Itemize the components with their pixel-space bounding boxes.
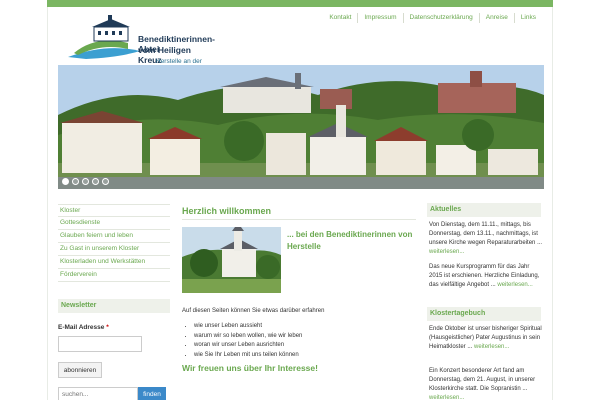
diary-item: Ende Oktober ist unser bisheriger Spirit…	[429, 325, 543, 352]
intro-text: Auf diesen Seiten können Sie etwas darüb…	[182, 308, 325, 314]
sidebar-item-gottesdienste[interactable]: Gottesdienste	[58, 217, 170, 230]
list-item: wie unser Leben aussieht	[194, 322, 302, 332]
read-more-link[interactable]: weiterlesen...	[474, 344, 509, 350]
slider-dot[interactable]	[72, 178, 79, 185]
subscribe-button[interactable]: abonnieren	[58, 362, 102, 378]
list-item: warum wir so leben wollen, wie wir leben	[194, 332, 302, 342]
email-field[interactable]	[58, 336, 142, 352]
nav-link-datenschutz[interactable]: Datenschutzerklärung	[402, 13, 479, 23]
news-item: Das neue Kursprogramm für das Jahr 2015 …	[429, 263, 543, 290]
read-more-link[interactable]: weiterlesen...	[429, 249, 464, 255]
email-label: E-Mail Adresse *	[58, 324, 109, 331]
diary-text: Ein Konzert besonderer Art fand am Donne…	[429, 368, 536, 392]
top-accent-bar	[47, 0, 553, 7]
slider-dot[interactable]	[102, 178, 109, 185]
sidebar-item-kloster[interactable]: Kloster	[58, 204, 170, 217]
read-more-link[interactable]: weiterlesen...	[497, 282, 532, 288]
search-input[interactable]	[58, 387, 138, 400]
nav-link-anreise[interactable]: Anreise	[478, 13, 514, 23]
page-subtitle: ... bei den Benediktinerinnen von Herste…	[287, 230, 413, 251]
list-item: wie Sie Ihr Leben mit uns teilen können	[194, 351, 302, 361]
sidebar-item-klosterladen[interactable]: Klosterladen und Werkstätten	[58, 256, 170, 269]
required-mark: *	[106, 324, 109, 331]
sidebar-item-foerderverein[interactable]: Förderverein	[58, 269, 170, 282]
nav-link-kontakt[interactable]: Kontakt	[323, 13, 357, 23]
sidebar-item-zu-gast[interactable]: Zu Gast in unserem Kloster	[58, 243, 170, 256]
diary-item: Ein Konzert besonderer Art fand am Donne…	[429, 367, 543, 400]
read-more-link[interactable]: weiterlesen...	[429, 395, 464, 400]
church-photo-icon	[182, 227, 281, 293]
news-item: Von Dienstag, dem 11.11., mittags, bis D…	[429, 221, 543, 257]
site-logo[interactable]: Benediktinerinnen-Abtei vom Heiligen Kre…	[66, 13, 216, 72]
newsletter-heading: Newsletter	[58, 299, 170, 313]
aktuelles-heading: Aktuelles	[427, 203, 541, 217]
slider-dots	[62, 178, 109, 185]
nav-link-impressum[interactable]: Impressum	[357, 13, 402, 23]
slider-dot[interactable]	[82, 178, 89, 185]
church-image	[182, 227, 281, 293]
title-divider	[182, 219, 416, 220]
search-button[interactable]: finden	[138, 387, 166, 400]
page-title: Herzlich willkommen	[182, 206, 272, 216]
klostertagebuch-heading: Klostertagebuch	[427, 307, 541, 321]
closing-text: Wir freuen uns über Ihr Interesse!	[182, 363, 318, 373]
top-navigation: Kontakt Impressum Datenschutzerklärung A…	[323, 13, 542, 23]
news-text: Von Dienstag, dem 11.11., mittags, bis D…	[429, 222, 543, 246]
email-label-text: E-Mail Adresse	[58, 324, 105, 331]
list-item: woran wir unser Leben ausrichten	[194, 341, 302, 351]
page-container: Benediktinerinnen-Abtei vom Heiligen Kre…	[47, 7, 553, 400]
nav-link-links[interactable]: Links	[513, 13, 542, 23]
intro-list: wie unser Leben aussieht warum wir so le…	[194, 322, 302, 360]
village-panorama-image	[58, 65, 544, 189]
sidebar-item-glauben[interactable]: Glauben feiern und leben	[58, 230, 170, 243]
header-slider[interactable]	[58, 65, 544, 189]
slider-dot[interactable]	[62, 178, 69, 185]
sidebar-navigation: Kloster Gottesdienste Glauben feiern und…	[58, 204, 170, 282]
slider-dot[interactable]	[92, 178, 99, 185]
